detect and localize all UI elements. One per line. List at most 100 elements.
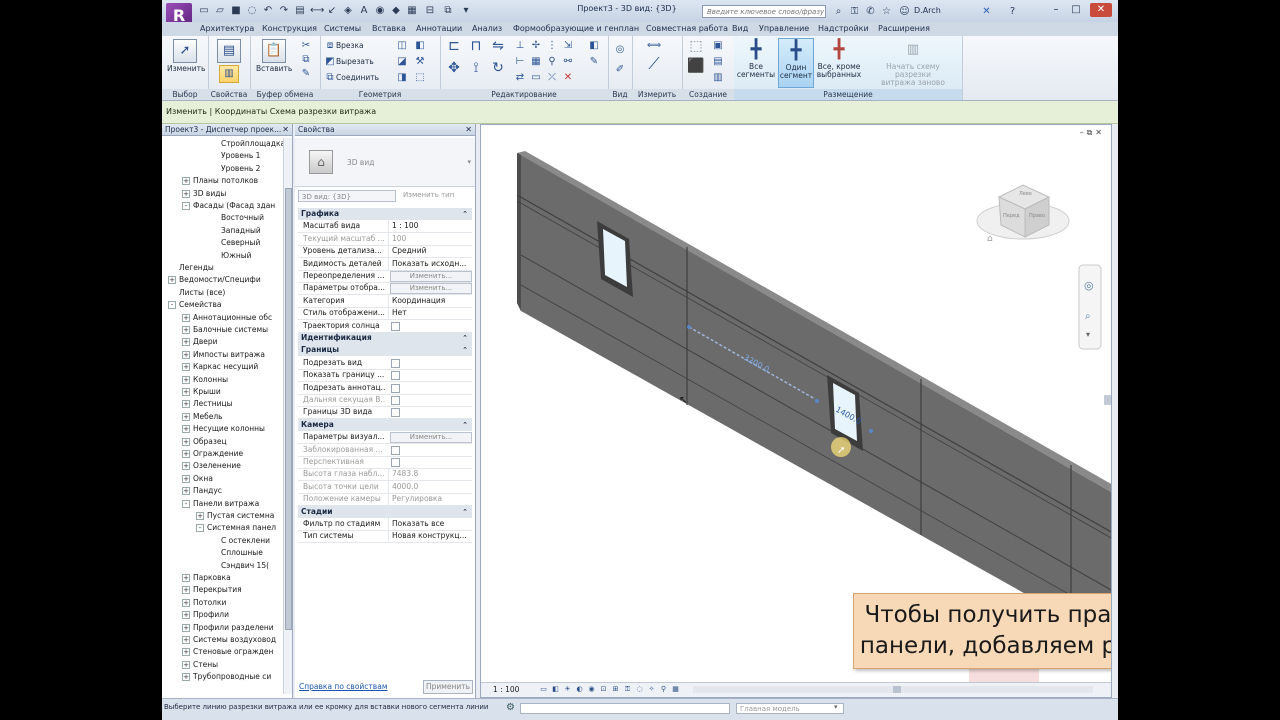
expand-icon[interactable]: + — [182, 660, 190, 669]
all-except-button[interactable]: ╋ Все, кроме выбранных — [816, 39, 862, 79]
tree-item[interactable]: + Профили — [182, 609, 229, 621]
property-checkbox[interactable] — [391, 445, 400, 455]
tree-item[interactable]: Уровень 2 — [210, 163, 260, 175]
split-face-icon[interactable]: ◧ — [414, 40, 426, 52]
tree-item[interactable]: + Ведомости/Специфи — [168, 274, 261, 286]
worksets-icon[interactable]: ⚙ — [506, 702, 515, 713]
paste-button[interactable]: 📋 Вставить — [256, 39, 292, 73]
restart-layout-button[interactable]: ▥ Начать схему разрезки витража заново — [868, 39, 958, 87]
expand-icon[interactable]: + — [196, 512, 204, 520]
delete-icon[interactable]: ✕ — [562, 72, 574, 84]
trim-icon[interactable]: ⊥ — [514, 40, 526, 52]
collapse-icon[interactable]: - — [168, 301, 176, 310]
property-checkbox[interactable] — [391, 383, 400, 393]
3d-view-icon[interactable]: ◉ — [374, 5, 386, 17]
tab-manage[interactable]: Управление — [759, 24, 809, 33]
tree-item[interactable]: Уровень 1 — [210, 150, 260, 162]
shadows-icon[interactable]: ◐ — [575, 685, 584, 694]
home-icon[interactable]: ⌂ — [987, 234, 993, 244]
measure-between-icon[interactable]: ⟺ — [640, 40, 668, 52]
tree-item[interactable]: + Каркас несущий — [182, 361, 258, 373]
tree-item[interactable]: Листы (все) — [168, 287, 225, 299]
property-value[interactable]: Показать все — [388, 518, 472, 530]
paint-icon[interactable]: ◪ — [396, 56, 408, 68]
search-input[interactable]: Введите ключевое слово/фразу — [702, 5, 826, 18]
expand-icon[interactable]: + — [182, 673, 190, 682]
tree-item[interactable]: Южный — [210, 250, 252, 262]
property-value[interactable]: Средний — [388, 245, 472, 258]
tree-item[interactable]: + Стеновые огражден — [182, 646, 273, 658]
collapse-icon[interactable]: ⌃ — [462, 506, 468, 518]
property-checkbox[interactable] — [391, 408, 400, 418]
expand-icon[interactable]: + — [182, 326, 190, 334]
thin-lines-icon[interactable]: ▦ — [406, 5, 418, 17]
redo-icon[interactable]: ↷ — [278, 5, 290, 17]
expand-icon[interactable]: + — [182, 611, 190, 620]
tree-item[interactable]: Сэндвич 15( — [210, 560, 269, 572]
tree-item[interactable]: + Лестницы — [182, 398, 233, 410]
tree-item[interactable]: + Балочные системы — [182, 324, 268, 336]
tree-item[interactable]: Западный — [210, 225, 261, 237]
expand-icon[interactable]: + — [182, 338, 190, 347]
scale-icon[interactable]: ⇲ — [562, 40, 574, 52]
crop-view-icon[interactable]: ⊡ — [599, 685, 608, 694]
tree-item[interactable]: + Мебель — [182, 411, 223, 423]
worksharing-icon[interactable]: ⚲ — [659, 685, 668, 694]
tree-item[interactable]: + Несущие колонны — [182, 423, 265, 435]
hide-icon[interactable]: ◧ — [588, 40, 600, 52]
view-hide-icon[interactable]: ◎ — [614, 44, 626, 56]
tag-icon[interactable]: ◈ — [342, 5, 354, 17]
binoculars-icon[interactable]: ⌕ — [832, 5, 845, 18]
tree-item[interactable]: - Фасады (Фасад здан — [182, 200, 275, 212]
property-category[interactable]: Графика ⌃ — [298, 208, 472, 220]
type-properties-icon[interactable]: ▥ — [219, 65, 239, 83]
properties-help-link[interactable]: Справка по свойствам — [299, 682, 387, 691]
expand-icon[interactable]: + — [182, 598, 190, 607]
show-crop-icon[interactable]: ⊞ — [611, 685, 620, 694]
property-value[interactable]: Нет — [388, 307, 472, 320]
print-icon[interactable]: ▤ — [294, 5, 306, 17]
switch-windows-icon[interactable]: ⧉ — [442, 5, 454, 17]
lock-view-icon[interactable]: ⚿ — [623, 685, 632, 694]
tree-item[interactable]: + Планы потолков — [182, 175, 258, 187]
apply-button[interactable]: Применить — [423, 680, 473, 694]
create-assembly-icon[interactable]: ⬛ — [686, 59, 706, 80]
property-category[interactable]: Идентификация ⌃ — [298, 332, 472, 344]
type-selector[interactable]: ⌂ 3D вид ▾ — [295, 138, 475, 187]
create-part-icon[interactable]: ⬚ — [686, 39, 706, 60]
modify-button[interactable]: ➚ Изменить — [167, 39, 205, 73]
reveal-hidden-icon[interactable]: ✧ — [647, 685, 656, 694]
design-option-selector[interactable]: Главная модель — [736, 703, 844, 714]
tree-item[interactable]: + Системы воздуховод — [182, 634, 276, 646]
measure-icon[interactable]: ⟷ — [310, 5, 324, 17]
one-segment-button[interactable]: ╋ Один сегмент — [778, 38, 814, 88]
collapse-icon[interactable]: ⌃ — [462, 419, 468, 431]
expand-icon[interactable]: + — [182, 586, 190, 595]
remove-paint-icon[interactable]: ⬚ — [414, 72, 426, 84]
property-category[interactable]: Камера ⌃ — [298, 418, 472, 431]
copy-element-icon[interactable]: ⟟ — [468, 61, 484, 78]
dimension-icon[interactable]: ↙ — [326, 5, 338, 17]
collapse-icon[interactable]: ⌃ — [462, 208, 468, 220]
property-checkbox[interactable] — [391, 371, 400, 381]
array-grid-icon[interactable]: ▦ — [530, 56, 542, 68]
tab-structure[interactable]: Конструкция — [262, 24, 317, 33]
property-checkbox[interactable] — [391, 396, 400, 405]
visual-style-icon[interactable]: ◧ — [551, 685, 560, 694]
tree-item[interactable]: - Панели витража — [182, 498, 259, 510]
expand-icon[interactable]: + — [182, 437, 190, 446]
all-segments-button[interactable]: ╋ Все сегменты — [736, 39, 776, 79]
tab-extensions[interactable]: Расширения — [878, 24, 930, 33]
close-windows-icon[interactable]: ⊟ — [424, 5, 436, 17]
collapse-icon[interactable]: ⌃ — [462, 332, 468, 344]
tree-item[interactable]: + Озеленение — [182, 460, 241, 472]
demolish-icon[interactable]: ⚒ — [414, 56, 426, 68]
expand-icon[interactable]: + — [182, 189, 190, 198]
tree-item[interactable]: + Ограждение — [182, 448, 243, 460]
undo-icon[interactable]: ↶ — [262, 5, 274, 17]
split-gap-icon[interactable]: ⤫ — [546, 72, 558, 84]
pin-icon[interactable]: ⚲ — [546, 56, 558, 68]
override-icon[interactable]: ✎ — [588, 56, 600, 68]
offset-icon[interactable]: ⊓ — [468, 39, 484, 56]
close-icon[interactable]: ✕ — [1090, 3, 1112, 17]
